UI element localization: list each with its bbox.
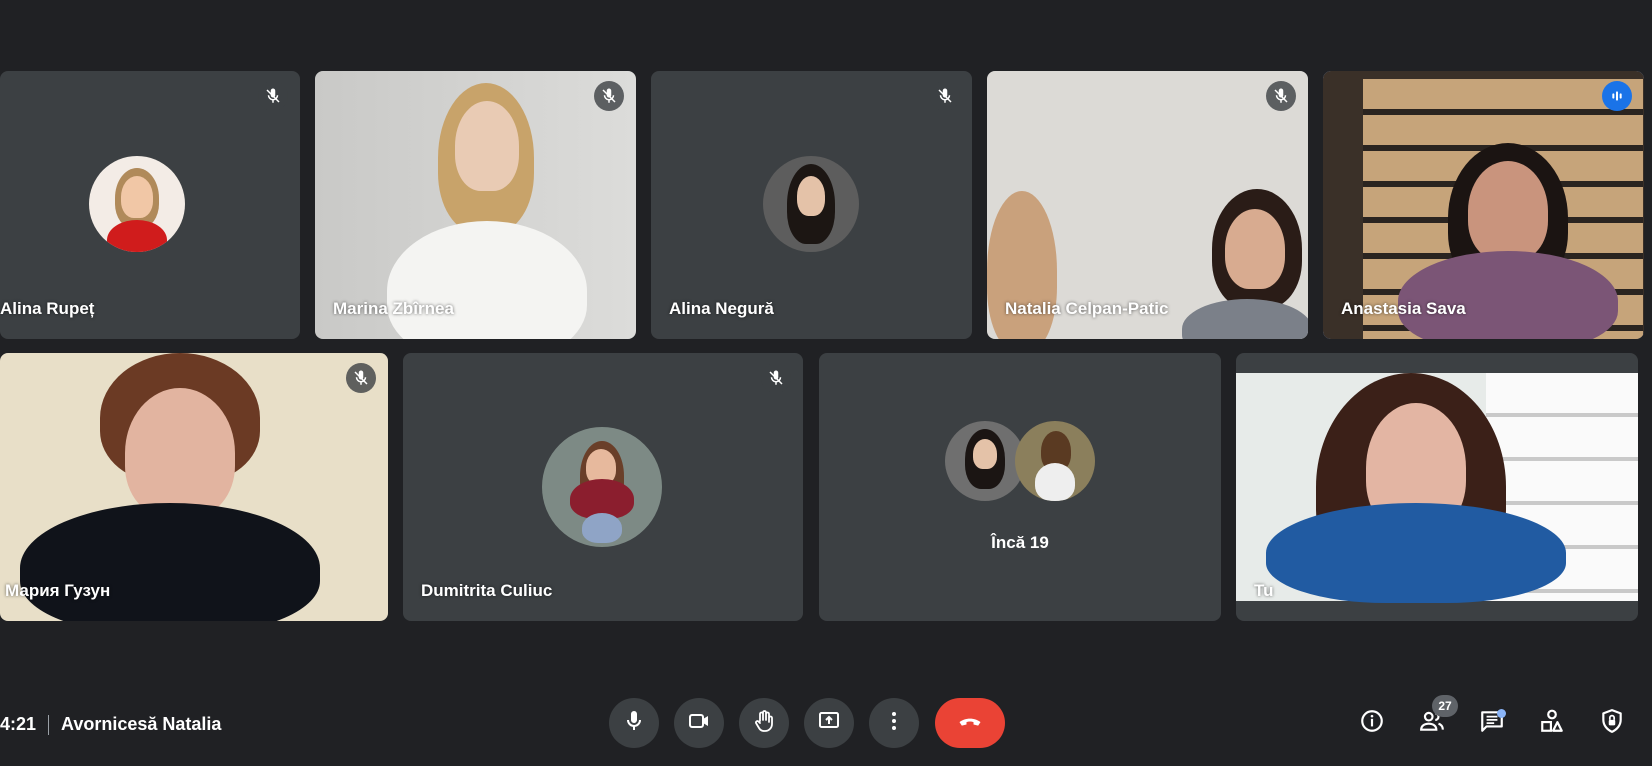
mic-off-icon bbox=[930, 81, 960, 111]
participant-name: Tu bbox=[1254, 581, 1274, 600]
speaking-indicator-icon bbox=[1602, 81, 1632, 111]
mic-off-icon bbox=[346, 363, 376, 393]
unread-dot bbox=[1497, 709, 1506, 718]
participant-tile[interactable]: Natalia Celpan-Patic bbox=[987, 71, 1308, 339]
host-controls-icon bbox=[1599, 708, 1625, 739]
avatar bbox=[763, 156, 859, 252]
raise-hand-button[interactable] bbox=[739, 698, 789, 748]
participant-name: Alina Rupeț bbox=[0, 299, 95, 318]
end-call-icon bbox=[956, 707, 984, 740]
avatar bbox=[89, 156, 185, 252]
participant-tile[interactable]: Dumitrita Culiuc bbox=[403, 353, 803, 621]
microphone-icon bbox=[622, 709, 646, 738]
chat-button[interactable] bbox=[1472, 703, 1512, 743]
participant-name: Dumitrita Culiuc bbox=[421, 581, 553, 600]
participant-name: Anastasia Sava bbox=[1341, 299, 1466, 318]
activities-button[interactable] bbox=[1532, 703, 1572, 743]
meeting-details-button[interactable] bbox=[1352, 703, 1392, 743]
mic-off-icon bbox=[594, 81, 624, 111]
more-participants-label: Încă 19 bbox=[991, 533, 1049, 552]
mic-off-icon bbox=[761, 363, 791, 393]
avatar bbox=[945, 421, 1025, 501]
mic-off-icon bbox=[1266, 81, 1296, 111]
bottom-toolbar: 4:21 Avornicesă Natalia 27 bbox=[0, 686, 1652, 766]
info-icon bbox=[1359, 708, 1385, 739]
participant-tile[interactable]: Alina Rupeț bbox=[0, 71, 300, 339]
participant-tile[interactable]: Мария Гузун bbox=[0, 353, 388, 621]
more-options-icon bbox=[882, 709, 906, 738]
people-button[interactable]: 27 bbox=[1412, 695, 1458, 743]
meeting-title: Avornicesă Natalia bbox=[61, 714, 222, 734]
raise-hand-icon bbox=[752, 709, 776, 738]
participant-name: Alina Negură bbox=[669, 299, 774, 318]
more-options-button[interactable] bbox=[869, 698, 919, 748]
divider bbox=[48, 714, 50, 735]
present-screen-button[interactable] bbox=[804, 698, 854, 748]
avatar bbox=[542, 427, 662, 547]
end-call-button[interactable] bbox=[935, 698, 1005, 748]
participant-tile-self[interactable]: Tu bbox=[1236, 353, 1638, 621]
present-screen-icon bbox=[817, 709, 841, 738]
participant-name: Мария Гузун bbox=[5, 581, 111, 600]
host-controls-button[interactable] bbox=[1592, 703, 1632, 743]
avatar bbox=[1015, 421, 1095, 501]
participant-video bbox=[1236, 373, 1638, 603]
mic-off-icon bbox=[258, 81, 288, 111]
people-count-badge: 27 bbox=[1432, 695, 1458, 717]
camera-button[interactable] bbox=[674, 698, 724, 748]
meeting-info: 4:21 Avornicesă Natalia bbox=[0, 714, 221, 735]
meeting-time: 4:21 bbox=[0, 714, 37, 734]
participant-name: Natalia Celpan-Patic bbox=[1005, 299, 1169, 318]
activities-icon bbox=[1539, 708, 1565, 739]
camera-icon bbox=[687, 709, 711, 738]
participant-tile[interactable]: Marina Zbîrnea bbox=[315, 71, 636, 339]
participant-tile-active-speaker[interactable]: Anastasia Sava bbox=[1323, 71, 1644, 339]
microphone-button[interactable] bbox=[609, 698, 659, 748]
participant-tile[interactable]: Alina Negură bbox=[651, 71, 972, 339]
more-participants-tile[interactable]: Încă 19 bbox=[819, 353, 1221, 621]
participant-name: Marina Zbîrnea bbox=[333, 299, 454, 318]
